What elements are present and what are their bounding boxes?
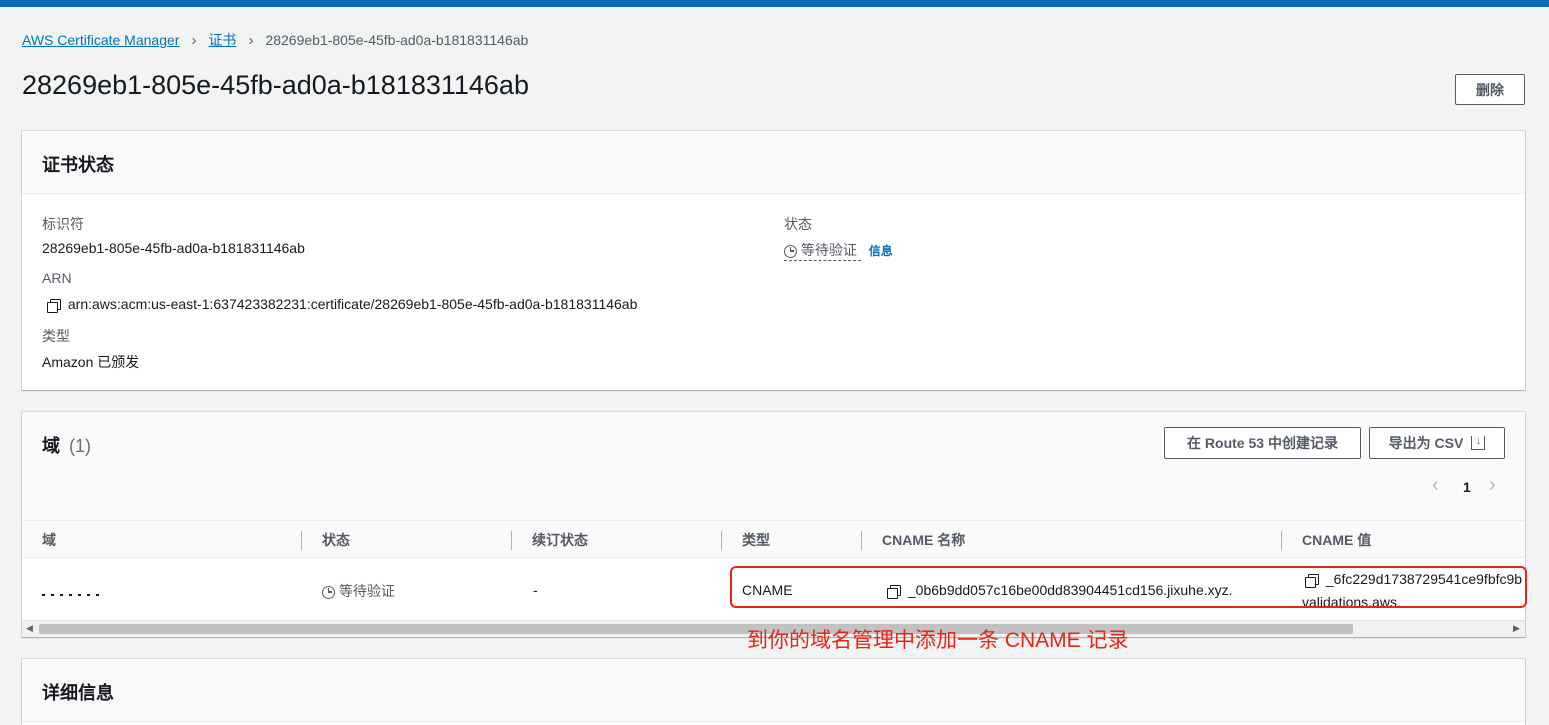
clock-icon <box>322 585 335 599</box>
status-label: 状态 <box>784 216 812 232</box>
column-divider[interactable] <box>511 531 512 550</box>
domain-redacted-mark <box>42 594 104 596</box>
panel-header <box>22 131 1525 194</box>
status-indicator[interactable]: 等待验证 <box>784 242 861 261</box>
status-cell: 等待验证 <box>322 581 395 601</box>
details-panel: 详细信息 <box>22 659 1525 725</box>
identifier-label: 标识符 <box>42 216 84 232</box>
column-header-type[interactable]: 类型 <box>742 521 770 559</box>
scroll-right-arrow-icon[interactable]: ▶ <box>1513 623 1520 634</box>
clock-icon <box>784 244 797 258</box>
column-divider[interactable] <box>1281 531 1282 550</box>
renewal-status-cell: - <box>533 582 538 598</box>
column-header-cname-name[interactable]: CNAME 名称 <box>882 521 965 559</box>
certificate-status-panel: 证书状态 标识符 28269eb1-805e-45fb-ad0a-b181831… <box>22 131 1525 390</box>
arn-value-row: arn:aws:acm:us-east-1:637423382231:certi… <box>47 296 638 313</box>
export-csv-label: 导出为 CSV <box>1388 435 1464 451</box>
annotation-highlight-box <box>730 566 1527 608</box>
type-label: 类型 <box>42 328 70 344</box>
create-route53-records-button[interactable]: 在 Route 53 中创建记录 <box>1164 427 1361 459</box>
delete-button[interactable]: 删除 <box>1455 74 1525 105</box>
column-divider[interactable] <box>861 531 862 550</box>
page-title: 28269eb1-805e-45fb-ad0a-b181831146ab <box>22 70 529 100</box>
breadcrumb-acm-link[interactable]: AWS Certificate Manager <box>22 32 179 48</box>
scrollbar-thumb[interactable] <box>39 624 1353 634</box>
pagination-next-chevron-icon[interactable]: › <box>1489 474 1496 497</box>
annotation-text: 到你的域名管理中添加一条 CNAME 记录 <box>747 629 1129 652</box>
info-link[interactable]: 信息 <box>869 244 893 258</box>
column-header-cname-value[interactable]: CNAME 值 <box>1302 521 1371 559</box>
row-status-value: 等待验证 <box>338 583 395 599</box>
panel-header <box>22 659 1525 722</box>
certificate-status-title: 证书状态 <box>42 155 114 175</box>
status-value: 等待验证 <box>800 242 857 258</box>
export-csv-button[interactable]: 导出为 CSV ↓ <box>1369 427 1505 459</box>
breadcrumb-chevron-right-icon: › <box>191 31 197 49</box>
arn-value: arn:aws:acm:us-east-1:637423382231:certi… <box>67 296 638 312</box>
domains-title-text: 域 <box>42 436 60 456</box>
identifier-value: 28269eb1-805e-45fb-ad0a-b181831146ab <box>42 240 305 256</box>
scroll-left-arrow-icon[interactable]: ◀ <box>26 623 33 634</box>
details-title: 详细信息 <box>42 683 114 703</box>
domains-title: 域 (1) <box>42 432 91 458</box>
download-icon: ↓ <box>1471 436 1486 450</box>
table-header: 域 状态 续订状态 类型 CNAME 名称 CNAME 值 <box>22 520 1525 558</box>
column-header-domain[interactable]: 域 <box>42 521 56 559</box>
breadcrumb: AWS Certificate Manager › 证书 › 28269eb1-… <box>22 30 528 50</box>
type-value: Amazon 已颁发 <box>42 354 140 370</box>
copy-icon[interactable] <box>47 298 61 313</box>
column-header-status[interactable]: 状态 <box>322 521 350 559</box>
column-divider[interactable] <box>301 531 302 550</box>
status-row: 等待验证 信息 <box>784 240 893 261</box>
top-accent-bar <box>0 0 1549 7</box>
column-header-renewal-status[interactable]: 续订状态 <box>532 521 588 559</box>
breadcrumb-certificates-link[interactable]: 证书 <box>208 30 236 50</box>
column-divider[interactable] <box>721 531 722 550</box>
pagination-page-number[interactable]: 1 <box>1463 479 1471 495</box>
breadcrumb-current: 28269eb1-805e-45fb-ad0a-b181831146ab <box>265 32 529 48</box>
breadcrumb-chevron-right-icon: › <box>248 31 254 49</box>
pagination-previous-chevron-icon[interactable]: ‹ <box>1432 474 1439 497</box>
domains-count: (1) <box>69 436 92 456</box>
arn-label: ARN <box>42 270 72 286</box>
